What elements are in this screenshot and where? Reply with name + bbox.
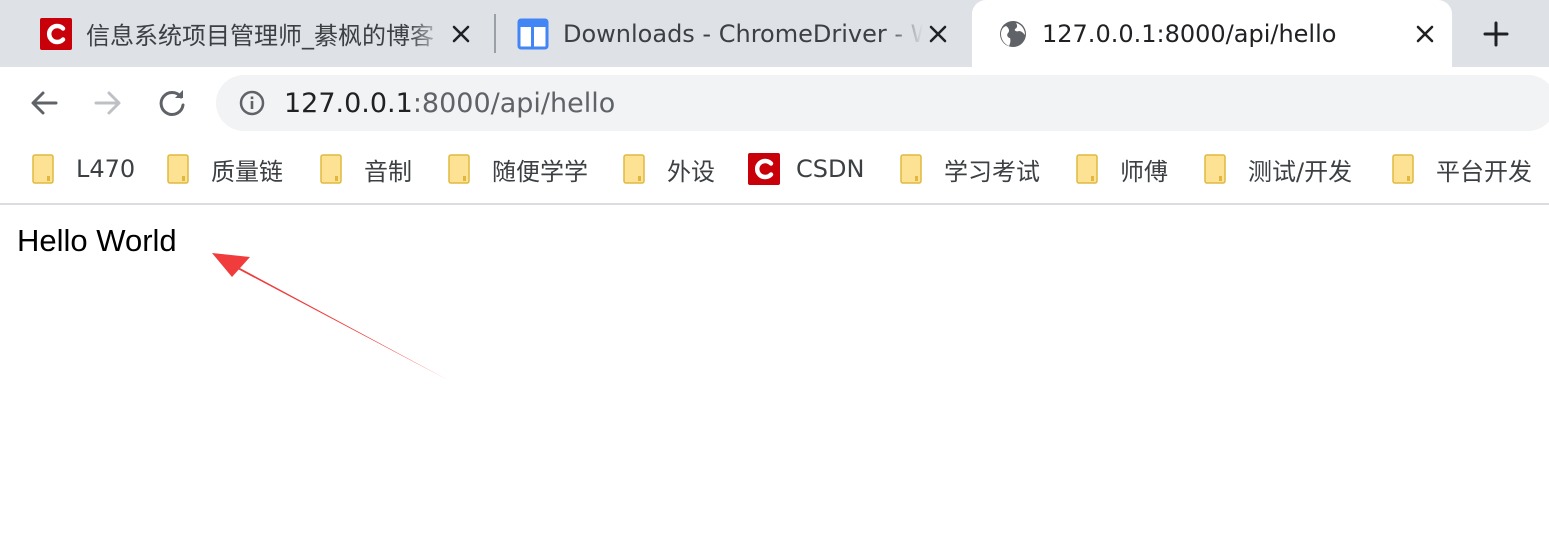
address-bar[interactable]: 127.0.0.1:8000/api/hello — [216, 75, 1549, 131]
browser-toolbar: 127.0.0.1:8000/api/hello — [0, 67, 1549, 137]
csdn-icon — [748, 153, 780, 185]
bookmark-label: L470 — [76, 155, 136, 183]
site-info-icon[interactable] — [238, 89, 266, 117]
url-host: 127.0.0.1 — [284, 87, 413, 119]
reload-icon — [159, 90, 185, 116]
bookmark-test-dev[interactable]: 测试/开发 — [1204, 151, 1352, 187]
bookmark-label: CSDN — [796, 155, 865, 183]
forward-button[interactable] — [88, 83, 128, 123]
csdn-icon — [40, 17, 72, 50]
bookmark-mentor[interactable]: 师傅 — [1076, 151, 1168, 187]
reload-button[interactable] — [152, 83, 192, 123]
folder-icon — [1204, 154, 1226, 184]
folder-icon — [320, 154, 342, 184]
tab-separator — [494, 14, 496, 53]
tab-title: 信息系统项目管理师_綦枫的博客 — [86, 22, 434, 50]
close-tab-icon[interactable] — [923, 19, 953, 49]
page-layout-icon — [517, 18, 549, 50]
bookmark-label: 学习考试 — [944, 157, 1040, 186]
plus-icon — [1483, 21, 1509, 47]
bookmark-audio[interactable]: 音制 — [320, 151, 412, 187]
back-arrow-icon — [31, 91, 58, 115]
forward-arrow-icon — [94, 91, 121, 115]
folder-icon — [623, 154, 645, 184]
folder-icon — [448, 154, 470, 184]
close-tab-icon[interactable] — [1410, 19, 1440, 49]
close-tab-icon[interactable] — [446, 19, 476, 49]
folder-icon — [167, 154, 189, 184]
bookmark-study-exam[interactable]: 学习考试 — [900, 151, 1040, 187]
bookmark-label: 测试/开发 — [1248, 157, 1353, 186]
bookmark-label: 质量链 — [211, 157, 283, 186]
folder-icon — [1392, 154, 1414, 184]
folder-icon — [1076, 154, 1098, 184]
folder-icon — [32, 154, 54, 184]
tab-api-hello-active[interactable]: 127.0.0.1:8000/api/hello — [972, 0, 1452, 67]
bookmark-quality-chain[interactable]: 质量链 — [167, 151, 283, 187]
back-button[interactable] — [24, 83, 64, 123]
url-text[interactable]: 127.0.0.1:8000/api/hello — [284, 88, 615, 119]
bookmark-label: 外设 — [667, 157, 715, 186]
tab-csdn-blog[interactable]: 信息系统项目管理师_綦枫的博客 — [26, 0, 488, 67]
tab-strip: 信息系统项目管理师_綦枫的博客 Downloads - ChromeDriver… — [0, 0, 1549, 67]
annotation-arrow-icon — [212, 253, 448, 380]
bookmark-label: 师傅 — [1120, 157, 1168, 186]
bookmark-label: 音制 — [364, 157, 412, 186]
tab-title: 127.0.0.1:8000/api/hello — [1042, 19, 1337, 48]
tab-chromedriver-downloads[interactable]: Downloads - ChromeDriver - W — [503, 0, 965, 67]
folder-icon — [900, 154, 922, 184]
bookmark-peripherals[interactable]: 外设 — [623, 151, 715, 187]
bookmark-csdn[interactable]: CSDN — [748, 151, 864, 187]
bookmark-platform-dev[interactable]: 平台开发 — [1392, 151, 1532, 187]
page-content: Hello World — [0, 205, 1549, 548]
tab-title: Downloads - ChromeDriver - W — [563, 19, 923, 48]
bookmark-l470[interactable]: L470 — [32, 151, 135, 187]
bookmark-label: 平台开发 — [1436, 157, 1532, 186]
new-tab-button[interactable] — [1478, 16, 1514, 52]
bookmarks-bar: L470 质量链 音制 随便学学 外设 CSDN 学习考试 师傅 测试/开发 平… — [0, 137, 1549, 205]
bookmark-label: 随便学学 — [492, 157, 588, 186]
bookmark-casual-learning[interactable]: 随便学学 — [448, 151, 588, 187]
url-path: :8000/api/hello — [412, 87, 616, 119]
globe-icon — [998, 19, 1028, 49]
